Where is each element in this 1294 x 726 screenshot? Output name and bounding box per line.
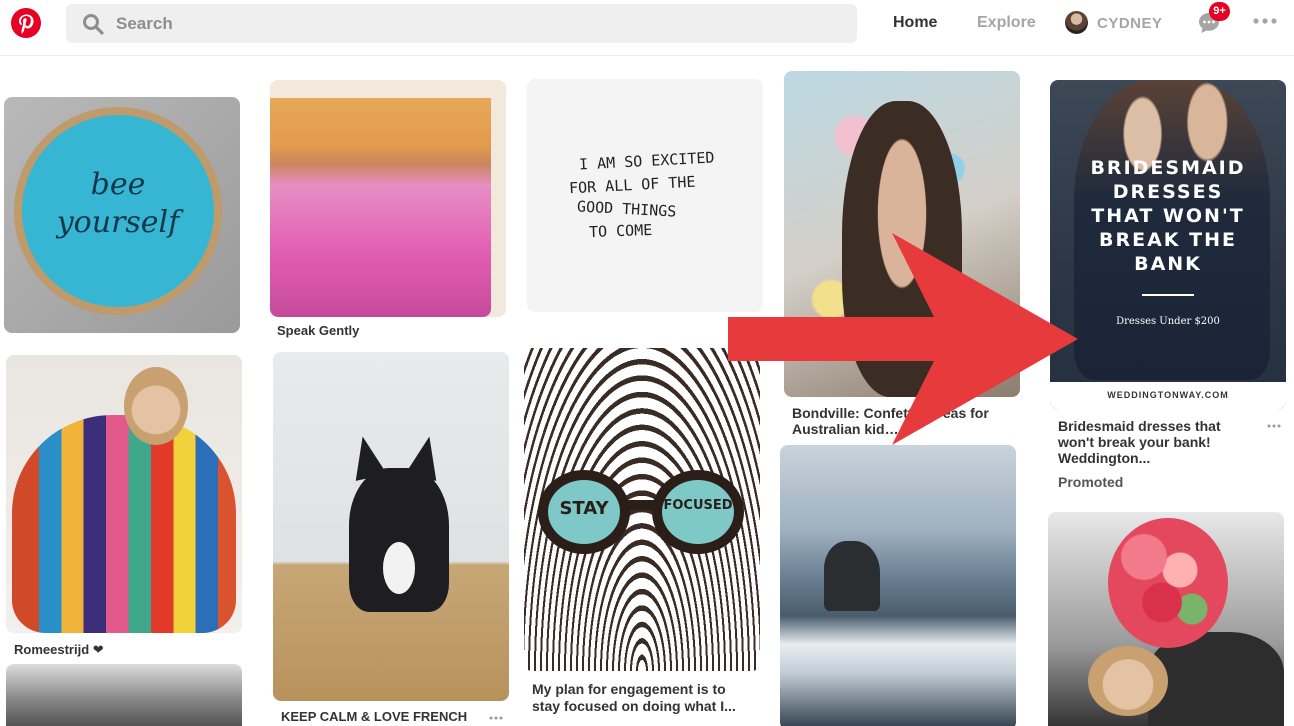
pin-seascape[interactable] bbox=[780, 445, 1016, 726]
nav-explore-link[interactable]: Explore bbox=[977, 14, 1036, 32]
more-options-icon[interactable] bbox=[1267, 424, 1281, 428]
glasses-bridge bbox=[624, 500, 658, 510]
search-icon bbox=[83, 14, 104, 35]
pin-image[interactable]: STAY FOCUSED bbox=[524, 348, 760, 671]
pin-bee-yourself[interactable]: bee yourself bbox=[4, 97, 240, 333]
pin-keep-calm[interactable]: KEEP CALM & LOVE FRENCH bbox=[273, 352, 509, 726]
sweater-figure bbox=[12, 415, 236, 633]
quote-line4: TO COME bbox=[588, 220, 653, 242]
dog-chest bbox=[383, 542, 415, 594]
pin-image[interactable] bbox=[270, 80, 506, 317]
pin-title[interactable]: Speak Gently bbox=[277, 323, 497, 339]
pin-flower-collage[interactable] bbox=[1048, 512, 1284, 726]
woman-head bbox=[1088, 646, 1168, 716]
overlay-line5: BANK bbox=[1134, 253, 1202, 275]
model-head bbox=[124, 367, 188, 445]
pin-title[interactable]: My plan for engagement is to stay focuse… bbox=[532, 681, 754, 715]
pin-stay-focused[interactable]: STAY FOCUSED My plan for engagement is t… bbox=[524, 348, 760, 726]
profile-name: CYDNEY bbox=[1097, 15, 1163, 32]
pin-image[interactable] bbox=[6, 355, 242, 633]
pin-title[interactable]: Romeestrijd ❤ bbox=[14, 642, 234, 658]
bee-text-line2: yourself bbox=[56, 205, 180, 240]
pinterest-logo-icon[interactable] bbox=[10, 7, 42, 39]
overlay-line3: THAT WON'T bbox=[1091, 205, 1245, 227]
stay-text: STAY bbox=[559, 498, 609, 519]
pin-image[interactable]: bee yourself bbox=[4, 97, 240, 333]
pin-bw-photo[interactable] bbox=[6, 664, 242, 726]
overlay-sub: Dresses Under $200 bbox=[1116, 316, 1220, 327]
pin-bridesmaid-promoted[interactable]: BRIDESMAID DRESSES THAT WON'T BREAK THE … bbox=[1050, 80, 1286, 492]
focused-text: FOCUSED bbox=[663, 498, 733, 513]
pin-image[interactable] bbox=[1048, 512, 1284, 726]
search-bar[interactable] bbox=[66, 4, 857, 43]
top-nav-bar: Home Explore CYDNEY 9+ bbox=[0, 0, 1294, 56]
bee-text-line1: bee bbox=[90, 167, 146, 202]
more-options-icon[interactable] bbox=[489, 716, 503, 720]
search-input[interactable] bbox=[116, 4, 836, 43]
promoted-label: Promoted bbox=[1058, 474, 1124, 490]
overlay-footer: WEDDINGTONWAY.COM bbox=[1050, 382, 1286, 409]
pin-speak-gently[interactable]: Speak Gently bbox=[270, 80, 506, 342]
sea-rock bbox=[824, 541, 880, 611]
flower-field-painting bbox=[270, 98, 491, 317]
red-arrow-icon bbox=[728, 233, 1078, 445]
nav-home-link[interactable]: Home bbox=[893, 14, 937, 32]
overlay-line1: BRIDESMAID bbox=[1090, 157, 1246, 179]
more-options-icon[interactable] bbox=[1253, 16, 1277, 26]
notification-badge: 9+ bbox=[1209, 2, 1230, 21]
overlay-divider bbox=[1142, 294, 1194, 296]
pin-title[interactable]: Bridesmaid dresses that won't break your… bbox=[1058, 418, 1248, 466]
overlay-line2: DRESSES bbox=[1112, 181, 1224, 203]
pin-image[interactable] bbox=[780, 445, 1016, 726]
avatar bbox=[1065, 11, 1088, 34]
overlay-line4: BREAK THE bbox=[1099, 229, 1237, 251]
pin-image[interactable]: BRIDESMAID DRESSES THAT WON'T BREAK THE … bbox=[1050, 80, 1286, 409]
pin-image[interactable] bbox=[6, 664, 242, 726]
flower-head bbox=[1108, 518, 1228, 648]
pin-title[interactable]: KEEP CALM & LOVE FRENCH bbox=[281, 709, 481, 725]
pin-image[interactable] bbox=[273, 352, 509, 701]
pin-romeestrijd[interactable]: Romeestrijd ❤ bbox=[6, 355, 242, 661]
